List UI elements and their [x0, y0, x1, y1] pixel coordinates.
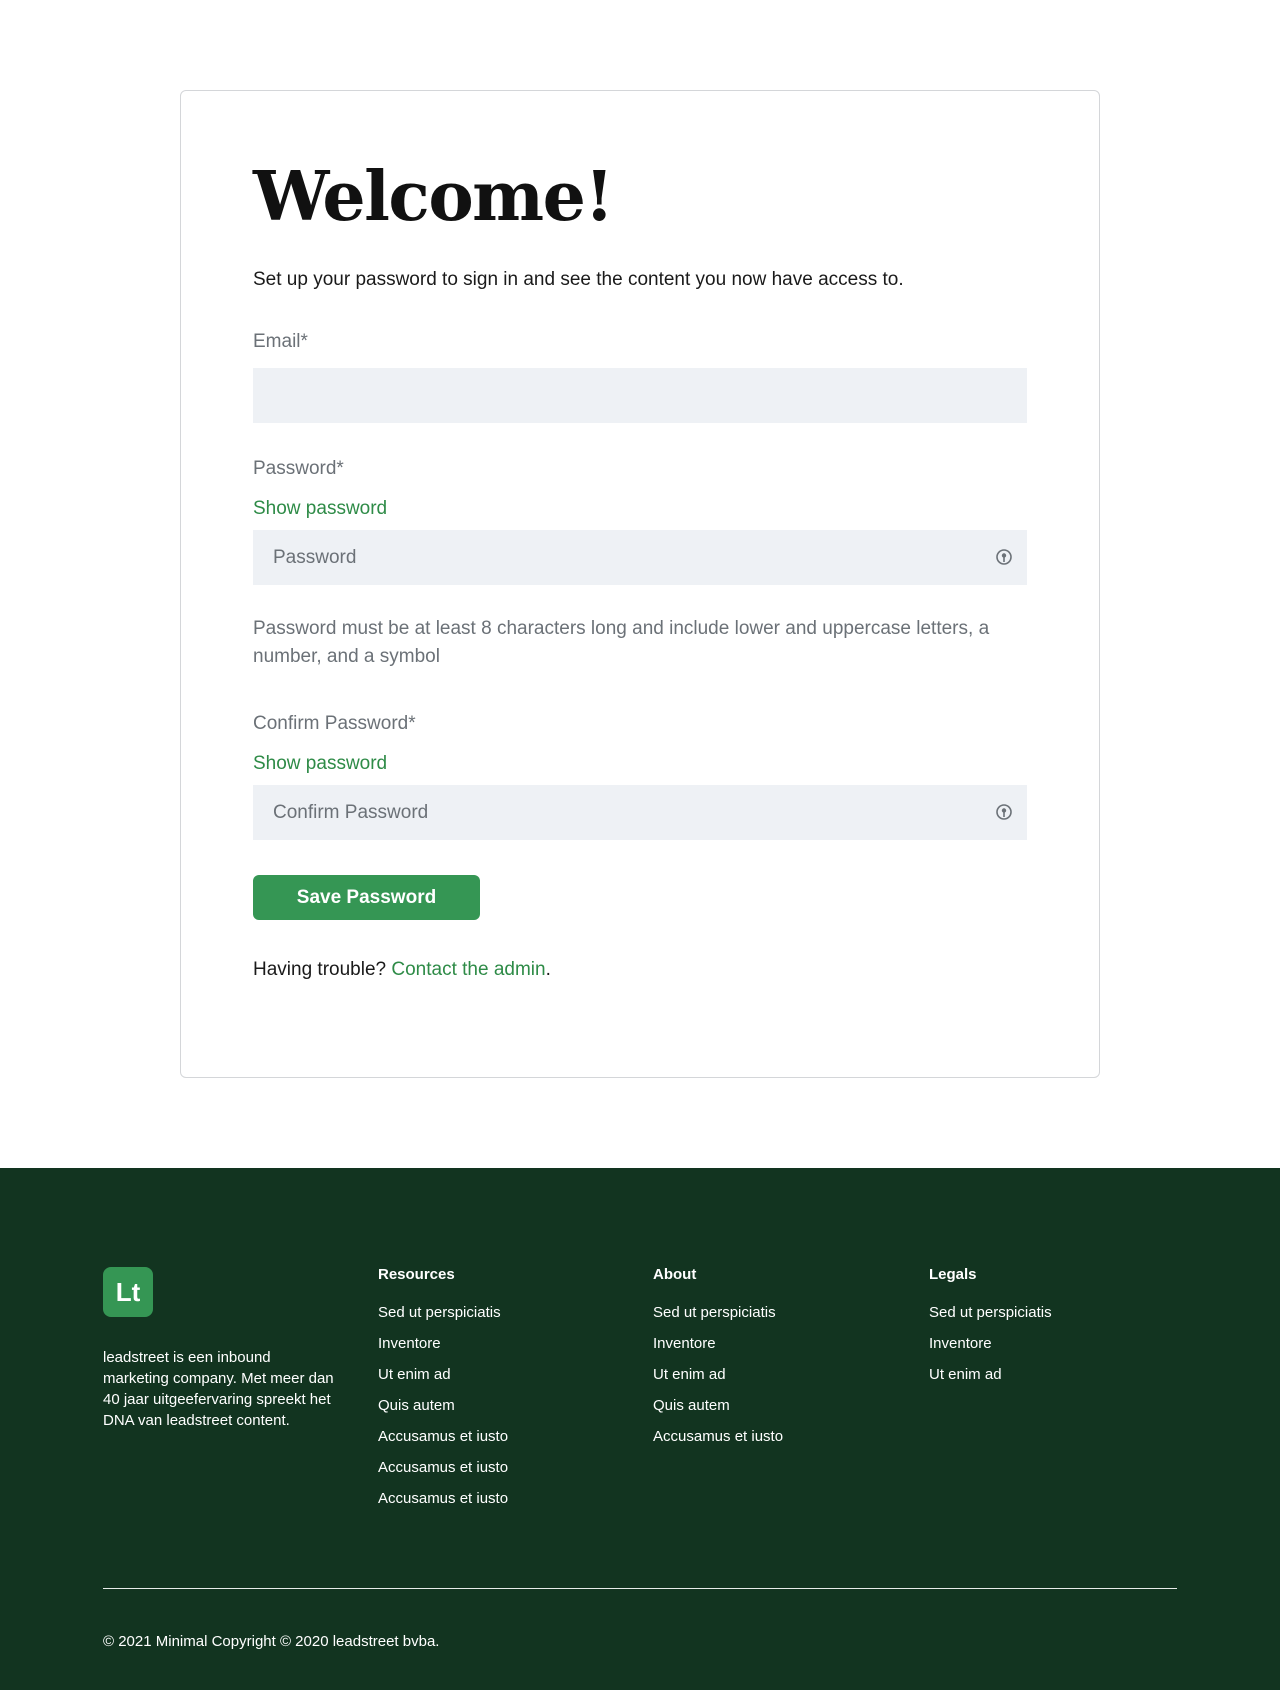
footer-link[interactable]: Sed ut perspiciatis: [378, 1304, 508, 1322]
footer-link[interactable]: Sed ut perspiciatis: [929, 1304, 1052, 1322]
help-text: Having trouble? Contact the admin.: [253, 959, 551, 981]
show-password-toggle[interactable]: Show password: [253, 498, 387, 520]
password-manager-icon[interactable]: [995, 548, 1013, 566]
footer-link[interactable]: Inventore: [653, 1335, 783, 1353]
page-subtitle: Set up your password to sign in and see …: [253, 269, 904, 290]
footer-link[interactable]: Accusamus et iusto: [653, 1428, 783, 1446]
trouble-label: Having trouble?: [253, 959, 387, 980]
footer-column-heading: Resources: [378, 1266, 455, 1283]
footer-link[interactable]: Accusamus et iusto: [378, 1490, 508, 1508]
password-field[interactable]: [253, 530, 1027, 585]
footer-column-resources: Resources Sed ut perspiciatis Inventore …: [378, 1266, 508, 1521]
footer-link[interactable]: Ut enim ad: [653, 1366, 783, 1384]
footer-link[interactable]: Quis autem: [653, 1397, 783, 1415]
confirm-password-field[interactable]: [253, 785, 1027, 840]
copyright-notice: © 2021 Minimal Copyright © 2020 leadstre…: [103, 1633, 440, 1650]
password-requirements-hint: Password must be at least 8 characters l…: [253, 618, 990, 667]
password-label: Password*: [253, 458, 344, 479]
password-setup-card: Welcome! Set up your password to sign in…: [180, 90, 1100, 1078]
footer-column-about: About Sed ut perspiciatis Inventore Ut e…: [653, 1266, 783, 1459]
email-label: Email*: [253, 331, 308, 352]
site-footer: Lt leadstreet is een inbound marketing c…: [0, 1168, 1280, 1690]
footer-link[interactable]: Quis autem: [378, 1397, 508, 1415]
trouble-end: .: [545, 959, 551, 980]
footer-link[interactable]: Sed ut perspiciatis: [653, 1304, 783, 1322]
footer-link[interactable]: Ut enim ad: [378, 1366, 508, 1384]
password-manager-icon[interactable]: [995, 803, 1013, 821]
footer-column-heading: Legals: [929, 1266, 977, 1283]
page-title: Welcome!: [253, 157, 614, 237]
footer-column-heading: About: [653, 1266, 697, 1283]
footer-link[interactable]: Accusamus et iusto: [378, 1459, 508, 1477]
footer-link[interactable]: Inventore: [929, 1335, 1052, 1353]
footer-divider: [103, 1588, 1177, 1589]
company-description: leadstreet is een inbound marketing comp…: [103, 1349, 334, 1429]
confirm-password-label: Confirm Password*: [253, 713, 416, 734]
confirm-password-field-wrapper: [253, 785, 1027, 840]
footer-link[interactable]: Inventore: [378, 1335, 508, 1353]
contact-admin-link[interactable]: Contact the admin: [391, 959, 545, 980]
footer-column-legals: Legals Sed ut perspiciatis Inventore Ut …: [929, 1266, 1052, 1397]
password-field-wrapper: [253, 530, 1027, 585]
confirm-show-password-toggle[interactable]: Show password: [253, 753, 387, 775]
footer-link[interactable]: Ut enim ad: [929, 1366, 1052, 1384]
email-field[interactable]: [253, 368, 1027, 423]
save-password-button[interactable]: Save Password: [253, 875, 480, 920]
brand-logo[interactable]: Lt: [103, 1267, 153, 1317]
footer-link[interactable]: Accusamus et iusto: [378, 1428, 508, 1446]
